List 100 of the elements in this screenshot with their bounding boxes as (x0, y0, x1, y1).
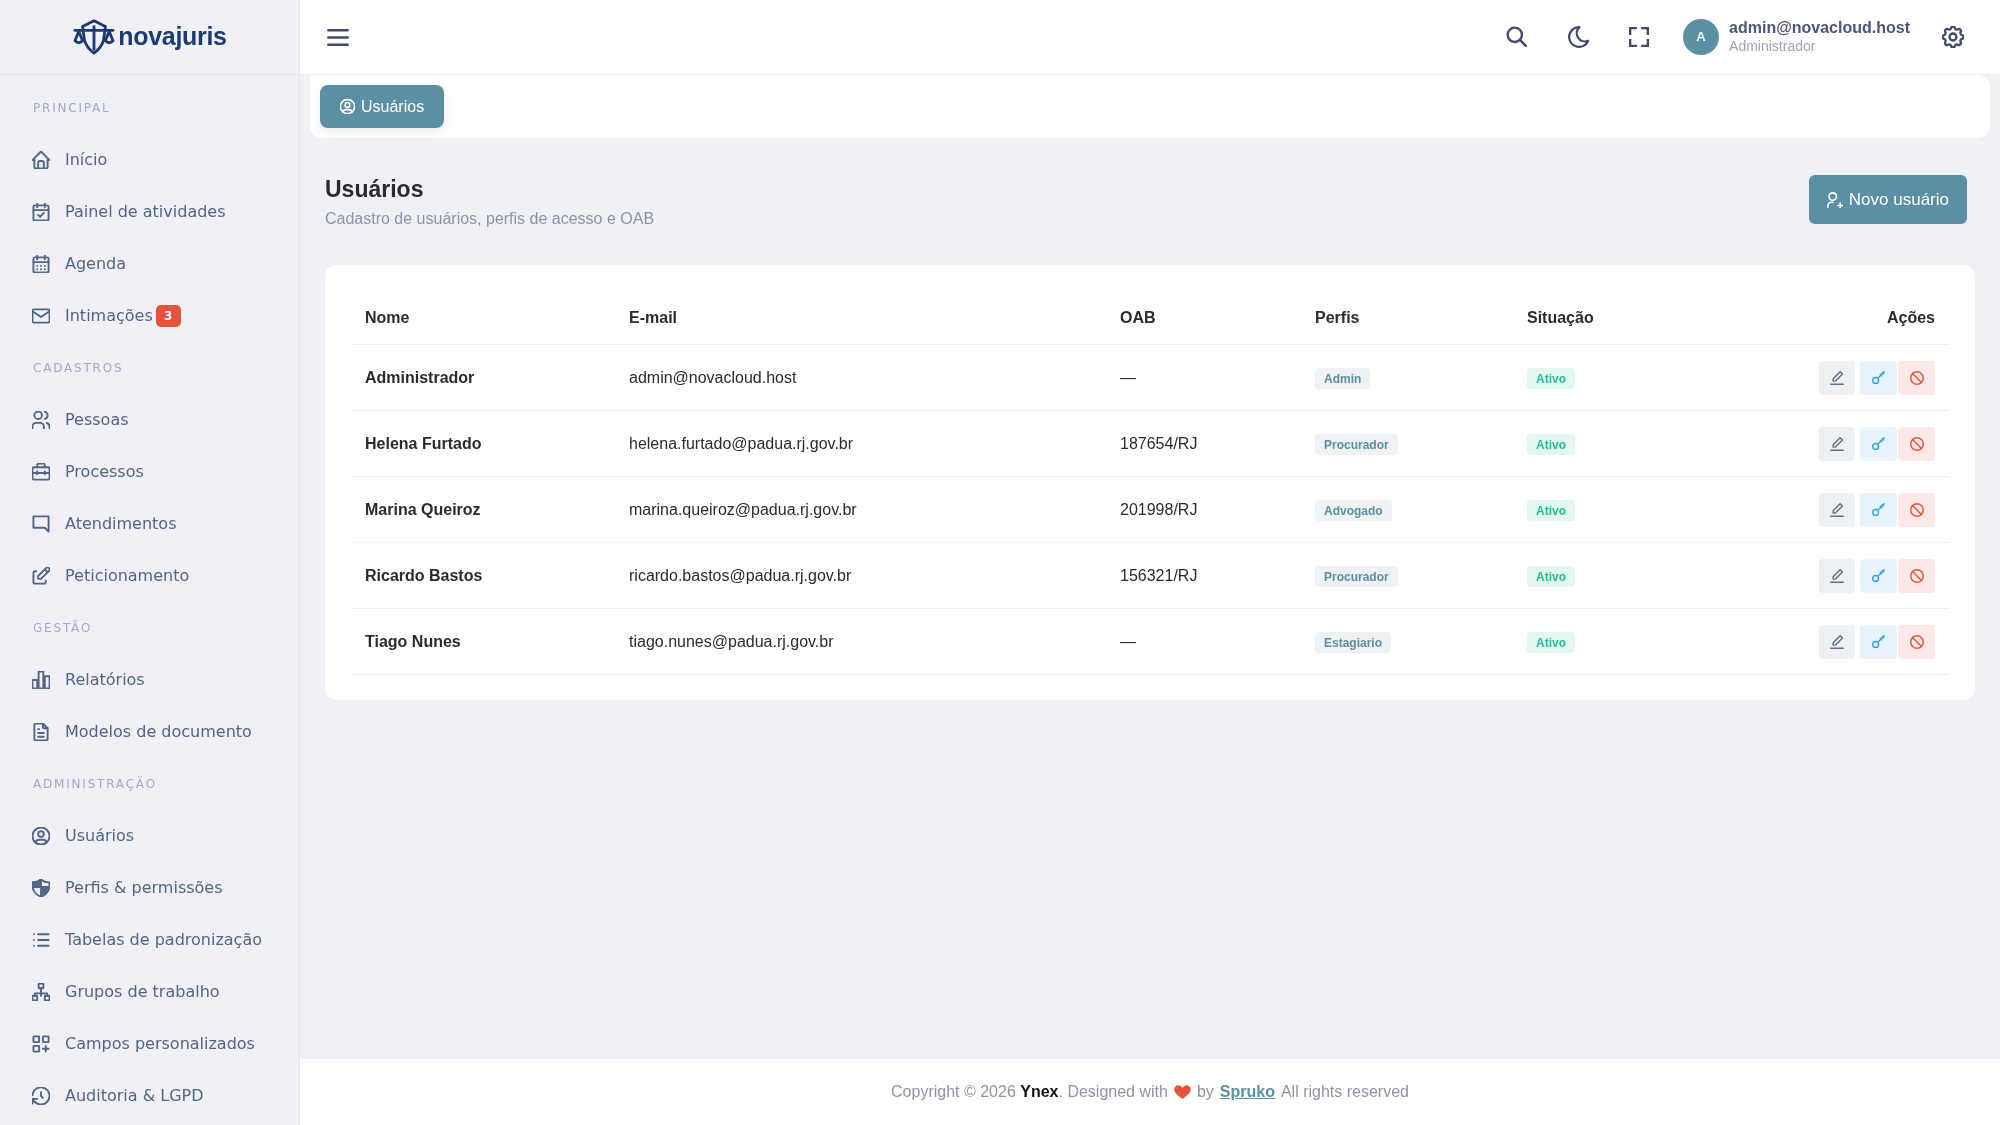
footer-text: All rights reserved (1280, 1082, 1409, 1102)
key-button[interactable] (1860, 492, 1897, 527)
section-label: GESTÃO (33, 619, 93, 637)
table-cell-text: Marina Queiroz (364, 499, 482, 520)
table-cell-text: Administrador (364, 367, 476, 388)
tab[interactable]: Usuários (320, 85, 445, 128)
edit-button[interactable] (1819, 492, 1855, 527)
table-cell-text: 187654/RJ (1119, 433, 1199, 454)
search-icon (1506, 26, 1529, 48)
profile-badge: Advogado (1315, 500, 1392, 521)
edit-button[interactable] (1819, 624, 1855, 659)
nav-link[interactable]: Atendimentos (32, 512, 177, 536)
key-icon (1872, 437, 1885, 450)
user-role: Administrador (1729, 38, 1817, 56)
nav-link[interactable]: Usuários (32, 824, 135, 848)
grid-plus-icon (32, 1035, 50, 1053)
pencil-square-icon (32, 567, 50, 585)
column-header: Perfis (1314, 307, 1361, 328)
chat-bubble-icon (32, 515, 50, 533)
edit-button[interactable] (1819, 360, 1855, 395)
table-cell-text: ricardo.bastos@padua.rj.gov.br (628, 565, 853, 586)
key-icon (1872, 371, 1885, 384)
table-cell-text: admin@novacloud.host (628, 367, 798, 388)
nav-link[interactable]: Intimações (32, 304, 153, 328)
table-cell-text: Tiago Nunes (364, 631, 462, 652)
nav-link[interactable]: Agenda (32, 252, 127, 276)
nav-link[interactable]: Auditoria & LGPD (32, 1084, 204, 1108)
edit-button[interactable] (1819, 558, 1855, 593)
table-cell-text: — (1119, 367, 1137, 388)
profile-badge: Admin (1315, 368, 1371, 389)
table-cell-text: marina.queiroz@padua.rj.gov.br (628, 499, 858, 520)
status-badge: Ativo (1527, 632, 1575, 653)
ban-icon (1909, 568, 1924, 583)
settings-button[interactable] (1940, 24, 1966, 50)
key-icon (1872, 569, 1885, 582)
moon-icon (1568, 26, 1591, 48)
key-button[interactable] (1860, 360, 1897, 395)
nav-link[interactable]: Campos personalizados (32, 1032, 255, 1056)
list-icon (32, 931, 50, 949)
nav-link[interactable]: Grupos de trabalho (32, 980, 220, 1004)
key-button[interactable] (1860, 426, 1897, 461)
nav-link[interactable]: Tabelas de padronização (32, 928, 262, 952)
user-email: admin@novacloud.host (1729, 18, 1910, 39)
nav-link[interactable]: Modelos de documento (32, 720, 252, 744)
section-label: CADASTROS (33, 360, 124, 377)
pencil-icon (1830, 634, 1844, 649)
status-badge: Ativo (1527, 434, 1575, 455)
nav-link[interactable]: Pessoas (32, 408, 129, 432)
history-icon (32, 1087, 50, 1105)
table-cell-text: — (1119, 631, 1137, 652)
key-icon (1872, 635, 1885, 648)
nav-link[interactable]: Início (32, 148, 108, 172)
section-label: ADMINISTRAÇÃO (33, 775, 157, 793)
shield-icon (32, 879, 50, 897)
briefcase-icon (32, 463, 50, 481)
column-header: E-mail (628, 307, 678, 328)
heart-icon (1173, 1085, 1191, 1099)
block-button[interactable] (1898, 624, 1935, 659)
count-badge: 3 (155, 305, 181, 327)
nav-link[interactable]: Peticionamento (32, 564, 190, 588)
pencil-icon (1830, 370, 1844, 385)
calendar-icon (32, 255, 50, 273)
copyright-text: Copyright © 2026 Ynex. Designed with (891, 1082, 1168, 1102)
ban-icon (1909, 502, 1924, 517)
block-button[interactable] (1898, 492, 1935, 527)
table-cell-text: 156321/RJ (1119, 565, 1199, 586)
users-icon (32, 411, 50, 429)
bar-chart-icon (32, 671, 50, 689)
profile-badge: Procurador (1315, 434, 1398, 455)
block-button[interactable] (1898, 426, 1935, 461)
page-subtitle: Cadastro de usuários, perfis de acesso e OAB (325, 209, 655, 229)
block-button[interactable] (1898, 360, 1935, 395)
user-plus-icon (1826, 191, 1843, 208)
column-header: Situação (1526, 307, 1595, 328)
table-cell-text: Ricardo Bastos (364, 565, 484, 586)
table-cell-text: tiago.nunes@padua.rj.gov.br (628, 631, 835, 652)
nav-link[interactable]: Processos (32, 460, 144, 484)
avatar[interactable]: A (1683, 19, 1720, 55)
ban-icon (1909, 634, 1924, 649)
new-user-button[interactable]: Novo usuário (1808, 175, 1967, 224)
key-icon (1872, 503, 1885, 516)
block-button[interactable] (1898, 558, 1935, 593)
document-icon (32, 723, 50, 741)
pencil-icon (1830, 568, 1844, 583)
edit-button[interactable] (1819, 426, 1855, 461)
pencil-icon (1830, 436, 1844, 451)
sitemap-icon (32, 983, 50, 1001)
nav-link[interactable]: Relatórios (32, 668, 145, 692)
ban-icon (1909, 370, 1924, 385)
table-cell-text: 201998/RJ (1119, 499, 1199, 520)
nav-link[interactable]: Painel de atividades (32, 200, 226, 224)
key-button[interactable] (1860, 558, 1897, 593)
status-badge: Ativo (1527, 566, 1575, 587)
author-link[interactable]: Spruko (1219, 1080, 1275, 1104)
nav-link[interactable]: Perfis & permissões (32, 876, 223, 900)
footer-text: by (1196, 1082, 1214, 1102)
menu-icon (327, 28, 349, 46)
key-button[interactable] (1860, 624, 1897, 659)
column-header: Ações (1885, 307, 1936, 328)
status-badge: Ativo (1527, 500, 1575, 521)
